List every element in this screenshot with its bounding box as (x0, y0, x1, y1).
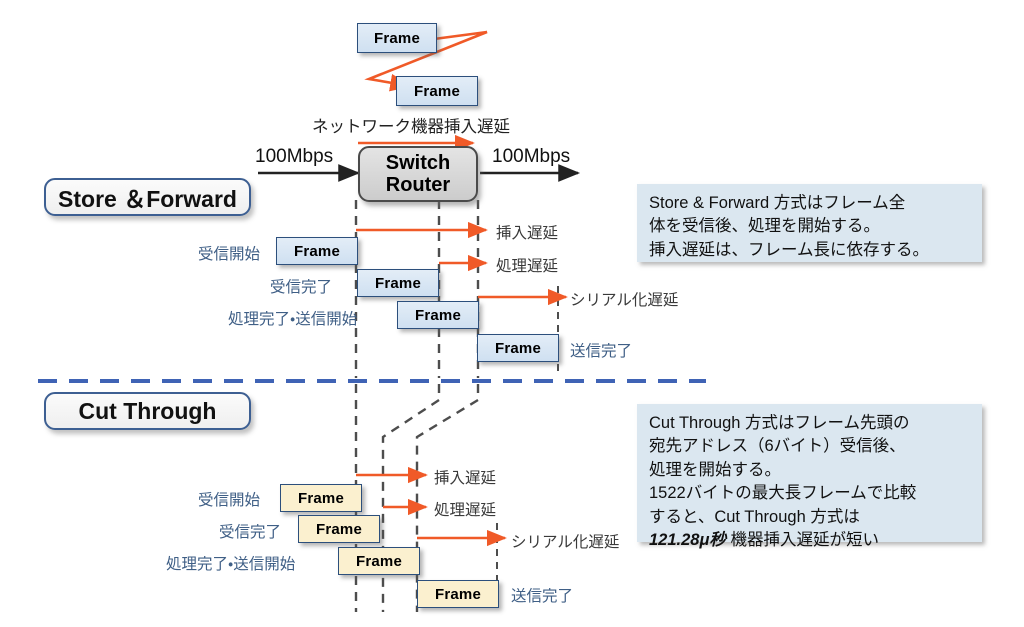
frame-chip-label: Frame (373, 29, 421, 47)
ct-note-line-3: 処理を開始する。 (649, 460, 781, 479)
store-forward-badge: Store ＆Forward (44, 178, 251, 216)
store-forward-badge-label: Store ＆Forward (58, 186, 237, 212)
network-insertion-delay-label: ネットワーク機器挿入遅延 (312, 118, 510, 136)
sf-label-serialization-delay: シリアル化遅延 (570, 292, 679, 309)
cut-through-badge-label: Cut Through (78, 397, 217, 424)
device-line-1: Switch (385, 151, 451, 174)
device-line-2: Router (385, 174, 451, 196)
sf-label-processing-delay: 処理遅延 (496, 258, 559, 275)
frame-chip-label: Frame (355, 552, 403, 570)
store-forward-note: Store & Forward 方式はフレーム全 体を受信後、処理を開始する。 … (637, 184, 982, 262)
top-frame-chip-1: Frame (357, 23, 437, 53)
ct-label-rx-done: 受信完了 (219, 524, 282, 541)
sf-label-insertion-delay: 挿入遅延 (496, 225, 559, 242)
frame-chip-label: Frame (293, 242, 341, 260)
ingress-speed-label: 100Mbps (255, 146, 334, 167)
frame-chip-label: Frame (315, 520, 363, 538)
ct-note-line-1: Cut Through 方式はフレーム先頭の (649, 414, 910, 432)
switch-router-box: Switch Router (358, 146, 478, 202)
frame-chip-label: Frame (413, 82, 461, 100)
sf-label-rx-done: 受信完了 (270, 279, 333, 296)
ct-frame-chip-1: Frame (280, 484, 362, 512)
diagram-canvas: Frame Frame ネットワーク機器挿入遅延 100Mbps 100Mbps… (0, 0, 1024, 627)
sf-label-rx-start: 受信開始 (198, 246, 261, 263)
ct-note-line-5: すると、Cut Through 方式は (649, 507, 860, 526)
ct-timeline-rx-done (381, 384, 441, 612)
sf-label-tx-done: 送信完了 (570, 343, 633, 360)
ct-label-tx-done: 送信完了 (511, 588, 574, 605)
cut-through-note: Cut Through 方式はフレーム先頭の 宛先アドレス（6バイト）受信後、 … (637, 404, 982, 549)
frame-chip-label: Frame (374, 274, 422, 292)
ct-label-insertion-delay: 挿入遅延 (434, 470, 497, 487)
sf-frame-chip-4: Frame (477, 334, 559, 362)
frame-chip-label: Frame (414, 306, 462, 324)
ct-note-latency-rest: 機器挿入遅延が短い (725, 531, 880, 550)
ct-frame-chip-2: Frame (298, 515, 380, 543)
ct-label-serialization-delay: シリアル化遅延 (511, 534, 620, 551)
ct-frame-chip-3: Frame (338, 547, 420, 575)
sf-frame-chip-1: Frame (276, 237, 358, 265)
cut-through-badge: Cut Through (44, 392, 251, 430)
frame-chip-label: Frame (297, 489, 345, 507)
ct-note-line-4: 1522バイトの最大長フレームで比較 (649, 484, 917, 503)
egress-speed-label: 100Mbps (492, 146, 571, 167)
sf-label-tx-start: 処理完了・送信開始 (228, 311, 358, 328)
sf-frame-chip-2: Frame (357, 269, 439, 297)
frame-chip-label: Frame (494, 339, 542, 357)
top-frame-chip-2: Frame (396, 76, 478, 106)
frame-chip-label: Frame (434, 585, 482, 603)
ct-label-rx-start: 受信開始 (198, 492, 261, 509)
sf-frame-chip-3: Frame (397, 301, 479, 329)
ct-note-line-2: 宛先アドレス（6バイト）受信後、 (649, 437, 906, 456)
ct-label-processing-delay: 処理遅延 (434, 502, 497, 519)
ct-note-latency-value: 121.28μ秒 (649, 531, 726, 550)
ct-note-line-6: 121.28μ秒 機器挿入遅延が短い (649, 529, 972, 552)
ct-label-tx-start: 処理完了・送信開始 (166, 556, 296, 573)
ct-frame-chip-4: Frame (417, 580, 499, 608)
